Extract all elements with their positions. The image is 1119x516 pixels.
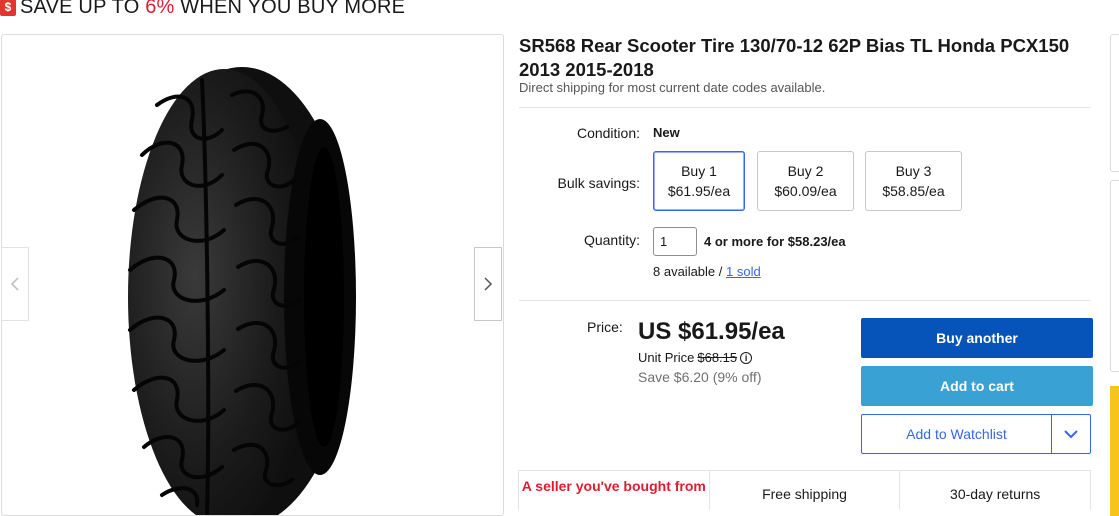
sold-link[interactable]: 1 sold: [726, 264, 761, 279]
promo-tag-icon: $: [0, 0, 16, 16]
quantity-label: Quantity:: [583, 232, 640, 248]
price-divider: [519, 300, 1091, 301]
image-prev-button[interactable]: [1, 247, 29, 321]
condition-label: Condition:: [576, 125, 640, 141]
chevron-left-icon: [10, 277, 19, 291]
bulk-option-qty: Buy 3: [895, 163, 932, 179]
listing-subtitle: Direct shipping for most current date co…: [519, 80, 826, 95]
availability: 8 available / 1 sold: [653, 264, 761, 279]
promo-text: SAVE UP TO 6% WHEN YOU BUY MORE: [20, 0, 405, 19]
side-card-middle: [1110, 180, 1119, 372]
side-card-top: [1110, 34, 1119, 172]
add-to-cart-button[interactable]: Add to cart: [861, 366, 1093, 406]
tire-image: [128, 67, 356, 515]
quantity-offer: 4 or more for $58.23/ea: [704, 234, 846, 249]
shipping-feature: Free shipping: [710, 471, 901, 510]
promo-banner: $ SAVE UP TO 6% WHEN YOU BUY MORE: [0, 0, 405, 18]
bulk-option-buy-3[interactable]: Buy 3 $58.85/ea: [865, 151, 962, 211]
promo-suffix: WHEN YOU BUY MORE: [174, 0, 406, 18]
bulk-option-price: $60.09/ea: [774, 183, 837, 199]
add-to-watchlist-button[interactable]: Add to Watchlist: [862, 426, 1051, 442]
listing-title: SR568 Rear Scooter Tire 130/70-12 62P Bi…: [519, 35, 1070, 80]
price-value: US $61.95/ea: [638, 318, 785, 345]
savings-text: Save $6.20 (9% off): [638, 369, 762, 385]
bulk-option-qty: Buy 1: [681, 163, 717, 179]
watchlist-button-group: Add to Watchlist: [861, 414, 1091, 454]
condition-value: New: [653, 125, 680, 140]
image-next-button[interactable]: [474, 247, 502, 321]
bulk-option-price: $61.95/ea: [667, 183, 731, 199]
unit-price-old: $68.15: [697, 350, 738, 365]
price-label: Price:: [587, 319, 623, 335]
quantity-input[interactable]: [653, 227, 697, 256]
available-count: 8 available /: [653, 264, 726, 279]
bulk-option-price: $58.85/ea: [882, 183, 945, 199]
title-divider: [519, 107, 1091, 108]
buy-another-button[interactable]: Buy another: [861, 318, 1093, 358]
feature-strip: A seller you've bought from Free shippin…: [518, 470, 1091, 510]
promo-prefix: SAVE UP TO: [20, 0, 146, 18]
chevron-down-icon: [1064, 429, 1078, 438]
bulk-savings-label: Bulk savings:: [557, 175, 640, 191]
watchlist-dropdown-button[interactable]: [1052, 429, 1090, 439]
returns-feature: 30-day returns: [950, 486, 1041, 502]
bulk-option-buy-2[interactable]: Buy 2 $60.09/ea: [757, 151, 854, 211]
promo-percent: 6%: [145, 0, 175, 18]
seller-feature: A seller you've bought from: [519, 471, 710, 510]
product-image-panel[interactable]: [1, 34, 504, 516]
bulk-option-buy-1[interactable]: Buy 1 $61.95/ea: [653, 151, 745, 211]
unit-price: Unit Price $68.15 i: [638, 350, 753, 365]
side-promo-card: [1110, 386, 1119, 516]
bulk-option-qty: Buy 2: [787, 163, 824, 179]
info-icon[interactable]: i: [740, 351, 753, 364]
chevron-right-icon: [484, 277, 493, 291]
unit-price-label: Unit Price: [638, 350, 695, 365]
